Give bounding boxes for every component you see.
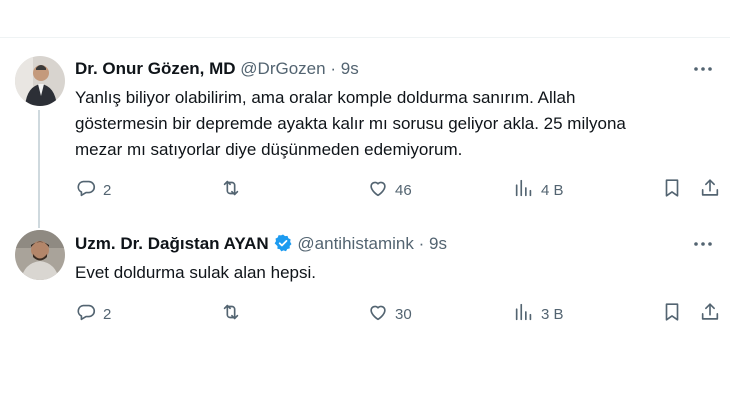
author-handle[interactable]: @DrGozen — [240, 59, 325, 78]
reply-icon — [75, 301, 97, 327]
views-icon — [513, 177, 535, 203]
retweet-icon — [220, 177, 242, 203]
bookmark-button[interactable] — [661, 178, 683, 202]
bookmark-icon — [661, 177, 683, 203]
tweet-text: Yanlış biliyor olabilirim, ama oralar ko… — [75, 88, 626, 159]
verified-badge-icon — [274, 234, 292, 252]
views-count: 3 B — [541, 305, 564, 323]
views-button[interactable]: 4 B — [513, 178, 564, 202]
like-icon — [367, 301, 389, 327]
views-icon — [513, 301, 535, 327]
tweet-header: Uzm. Dr. Dağıstan AYAN @antihistamink · … — [75, 233, 447, 255]
reply-count: 2 — [103, 181, 112, 199]
like-icon — [367, 177, 389, 203]
avatar[interactable] — [15, 56, 65, 106]
tweet-actions: 2 30 3 B — [75, 302, 720, 326]
timestamp[interactable]: 9s — [341, 59, 359, 78]
reply-button[interactable]: 2 — [75, 302, 111, 326]
retweet-icon — [220, 301, 242, 327]
bookmark-button[interactable] — [661, 302, 683, 326]
avatar[interactable] — [15, 230, 65, 280]
reply-count: 2 — [103, 305, 112, 323]
separator: · — [330, 59, 336, 78]
views-button[interactable]: 3 B — [513, 302, 564, 326]
like-count: 46 — [395, 181, 412, 199]
tweet-header: Dr. Onur Gözen, MD @DrGozen · 9s — [75, 58, 359, 80]
tweet-text: Evet doldurma sulak alan hepsi. — [75, 263, 316, 282]
more-icon[interactable] — [691, 57, 715, 81]
retweet-button[interactable] — [220, 302, 248, 326]
tweet-1[interactable]: Dr. Onur Gözen, MD @DrGozen · 9s Yanlış … — [0, 0, 730, 230]
author-name[interactable]: Uzm. Dr. Dağıstan AYAN — [75, 234, 269, 253]
bookmark-icon — [661, 301, 683, 327]
reply-icon — [75, 177, 97, 203]
tweet-2[interactable]: Uzm. Dr. Dağıstan AYAN @antihistamink · … — [0, 230, 730, 420]
share-button[interactable] — [699, 178, 721, 202]
retweet-button[interactable] — [220, 178, 248, 202]
thread-line — [38, 110, 40, 228]
separator: · — [418, 234, 425, 253]
share-button[interactable] — [699, 302, 721, 326]
views-count: 4 B — [541, 181, 564, 199]
share-icon — [699, 177, 721, 203]
more-icon[interactable] — [691, 232, 715, 256]
like-count: 30 — [395, 305, 412, 323]
like-button[interactable]: 30 — [367, 302, 412, 326]
share-icon — [699, 301, 721, 327]
author-handle[interactable]: @antihistamink — [297, 234, 413, 253]
author-name[interactable]: Dr. Onur Gözen, MD — [75, 59, 236, 78]
timestamp[interactable]: 9s — [429, 234, 447, 253]
tweet-actions: 2 46 4 B — [75, 178, 720, 202]
reply-button[interactable]: 2 — [75, 178, 111, 202]
like-button[interactable]: 46 — [367, 178, 412, 202]
